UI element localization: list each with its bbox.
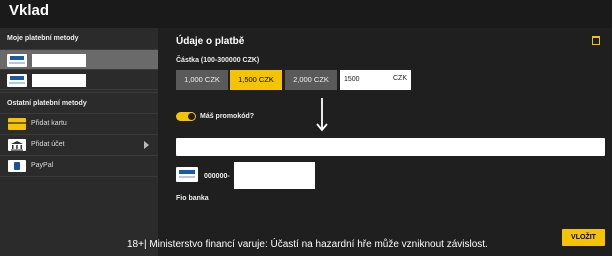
my-methods-heading: Moje platební metody <box>0 28 158 50</box>
bank-icon <box>8 139 26 151</box>
add-account-label: Přidat účet <box>31 141 65 148</box>
fio-bank-logo-icon <box>176 167 198 182</box>
promo-toggle[interactable] <box>176 112 196 121</box>
amount-option-1500[interactable]: 1,500 CZK <box>230 70 282 90</box>
masked-account-number <box>234 162 315 189</box>
amount-option-2000[interactable]: 2,000 CZK <box>285 70 337 90</box>
trash-icon[interactable] <box>592 36 600 45</box>
account-number: 000000- <box>204 173 230 180</box>
card-icon <box>8 118 26 130</box>
amount-input[interactable]: 1500 CZK <box>340 70 411 90</box>
masked-account-1 <box>32 54 86 67</box>
amount-currency: CZK <box>393 75 407 82</box>
header: Vklad <box>0 0 612 28</box>
add-card-label: Přidat kartu <box>31 120 67 127</box>
saved-method-1[interactable] <box>0 50 158 70</box>
add-card-item[interactable]: Přidat kartu <box>0 114 158 135</box>
gambling-warning: 18+| Ministerstvo financí varuje: Účastí… <box>127 239 488 250</box>
masked-account-2 <box>32 74 86 87</box>
promo-code-input[interactable] <box>176 138 605 156</box>
bank-name: Fio banka <box>176 195 209 202</box>
paypal-item[interactable]: PayPal <box>0 156 158 177</box>
chevron-right-icon <box>144 141 149 149</box>
submit-deposit-button[interactable]: VLOŽIT <box>562 229 605 246</box>
sidebar: Moje platební metody Ostatní platební me… <box>0 28 158 256</box>
arrow-down-icon <box>316 98 328 132</box>
promo-label: Máš promokód? <box>200 113 255 120</box>
payment-panel: Údaje o platbě Částka (100-300000 CZK) 1… <box>158 28 612 256</box>
amount-option-1000[interactable]: 1,000 CZK <box>176 70 228 90</box>
page-title: Vklad <box>9 2 50 19</box>
panel-title: Údaje o platbě <box>176 36 245 47</box>
paypal-icon <box>8 160 26 172</box>
fio-bank-logo-icon <box>7 54 27 67</box>
fio-bank-logo-icon <box>7 74 27 87</box>
saved-method-2[interactable] <box>0 70 158 90</box>
add-account-item[interactable]: Přidat účet <box>0 135 158 156</box>
other-methods-heading: Ostatní platební metody <box>0 92 158 114</box>
amount-value: 1500 <box>344 76 360 83</box>
amount-label: Částka (100-300000 CZK) <box>176 57 260 64</box>
paypal-label: PayPal <box>31 162 54 169</box>
